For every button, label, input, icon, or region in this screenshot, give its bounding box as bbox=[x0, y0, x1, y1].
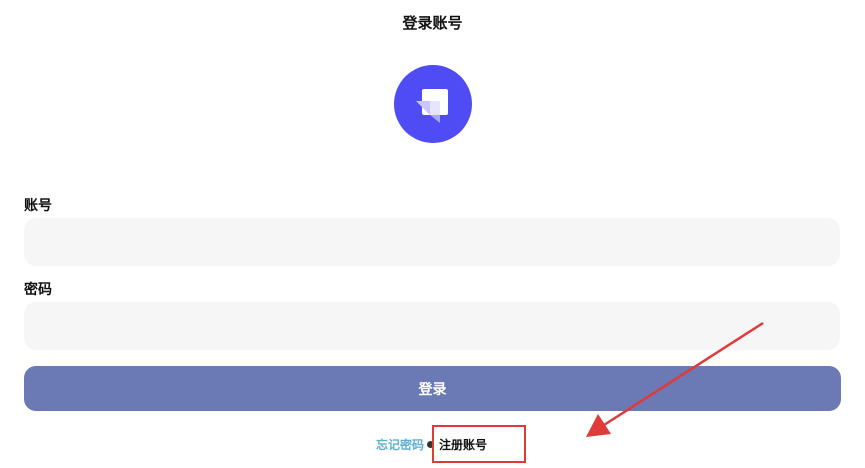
login-page: 登录账号 账号 密码 登录 忘记密码 注册账号 bbox=[0, 0, 865, 468]
arrow-icon bbox=[586, 321, 764, 437]
